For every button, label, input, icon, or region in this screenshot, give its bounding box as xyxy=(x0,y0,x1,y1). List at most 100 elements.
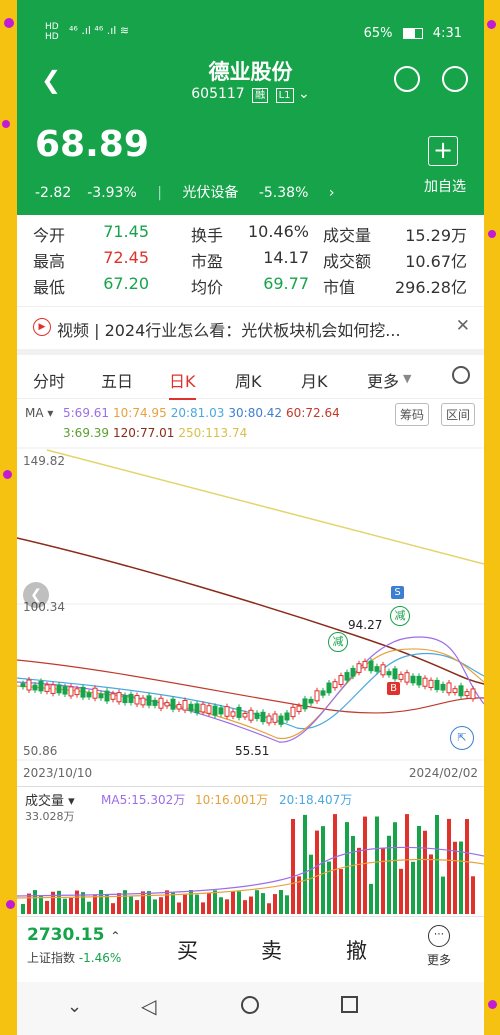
candle xyxy=(20,683,26,688)
settings-icon[interactable] xyxy=(452,366,470,384)
more-button[interactable]: ⋯ 更多 xyxy=(427,925,451,968)
tab-4[interactable]: 月K xyxy=(301,368,328,392)
reduce-marker[interactable]: 减 xyxy=(328,632,348,652)
stat-value: 67.20 xyxy=(103,274,149,293)
reduce-marker[interactable]: 减 xyxy=(390,606,410,626)
volume-bar xyxy=(147,891,151,914)
nav-down-icon[interactable]: ⌄ xyxy=(67,996,82,1017)
app-frame: HD HD ⁴⁶ .ıl ⁴⁶ .ıl ≋ 65% 4:31 ❮ 德业股份 605… xyxy=(17,0,484,1035)
ma-legend: MA ▾ 5:69.61 10:74.95 20:81.03 30:80.42 60:7… xyxy=(17,400,484,444)
volume-bar xyxy=(75,890,79,914)
nav-home-icon[interactable] xyxy=(241,996,259,1014)
stat-value: 71.45 xyxy=(103,222,149,241)
volume-bar xyxy=(273,894,277,914)
candle xyxy=(464,691,470,697)
kline-chart[interactable]: 149.82 100.34 50.86 2023/10/10 2024/02/0… xyxy=(17,446,484,786)
candle xyxy=(86,692,92,698)
candle xyxy=(50,684,56,694)
volume-bar xyxy=(279,890,283,914)
stat-label: 最高 xyxy=(33,252,66,271)
volume-bar xyxy=(165,890,169,914)
volume-bar xyxy=(141,891,145,914)
volume-bar xyxy=(423,830,427,914)
tab-5[interactable]: 更多 xyxy=(367,368,399,392)
candle xyxy=(182,699,188,711)
stat-value: 296.28亿 xyxy=(395,278,467,297)
candle xyxy=(62,686,68,695)
tab-0[interactable]: 分时 xyxy=(33,368,65,392)
volume-bar xyxy=(111,903,115,914)
candle xyxy=(230,711,236,717)
last-price: 68.89 xyxy=(35,124,149,165)
volume-bar xyxy=(255,890,259,914)
volume-bar xyxy=(357,847,361,914)
ma-selector[interactable]: MA ▾ xyxy=(25,406,53,420)
tab-2[interactable]: 日K xyxy=(169,368,196,400)
tab-3[interactable]: 周K xyxy=(235,368,262,392)
chips-button[interactable]: 筹码 xyxy=(395,403,430,426)
candle xyxy=(104,690,110,702)
ma120-line xyxy=(17,537,484,685)
scroll-left-button[interactable]: ❮ xyxy=(23,582,49,608)
close-icon[interactable]: ✕ xyxy=(456,316,470,336)
cancel-order-button[interactable]: 撤 xyxy=(346,935,367,965)
tab-1[interactable]: 五日 xyxy=(101,368,133,392)
buy-button[interactable]: 买 xyxy=(177,935,198,965)
candle xyxy=(200,703,206,713)
volume-bar xyxy=(99,890,103,914)
y-axis-bottom: 50.86 xyxy=(23,744,58,758)
volume-bar xyxy=(153,899,157,914)
candle xyxy=(422,677,428,687)
candle xyxy=(440,683,446,691)
volume-bar xyxy=(27,893,31,914)
sector-link[interactable]: 光伏设备 -5.38% › xyxy=(182,185,334,201)
volume-bar xyxy=(69,897,73,914)
candle xyxy=(176,704,182,710)
candle xyxy=(416,675,422,686)
candle xyxy=(140,697,146,706)
candle xyxy=(272,713,278,723)
candle xyxy=(92,687,98,699)
candle xyxy=(254,712,260,719)
volume-bar xyxy=(393,822,397,914)
candle xyxy=(296,705,302,712)
stat-label: 成交额 xyxy=(323,252,372,271)
sell-button[interactable]: 卖 xyxy=(261,935,282,965)
ma-value: 20:81.03 xyxy=(170,406,225,420)
volume-bar xyxy=(231,891,235,914)
volume-bar xyxy=(177,902,181,914)
volume-bar xyxy=(261,893,265,914)
range-button[interactable]: 区间 xyxy=(441,403,476,426)
fullscreen-icon[interactable]: ⇱ xyxy=(450,726,474,750)
volume-bar xyxy=(333,814,337,914)
volume-bar xyxy=(33,890,37,914)
level-tag: L1 xyxy=(275,88,294,103)
add-watchlist-button[interactable]: + xyxy=(428,136,458,166)
candle xyxy=(68,686,74,697)
stat-value: 15.29万 xyxy=(405,226,467,245)
candle xyxy=(242,712,248,718)
status-right: 65% 4:31 xyxy=(364,26,462,41)
nav-back-icon[interactable]: ◁ xyxy=(141,994,156,1018)
stat-value: 10.46% xyxy=(247,222,309,241)
volume-bar xyxy=(243,900,247,914)
refresh-icon[interactable] xyxy=(394,66,420,92)
candle xyxy=(314,690,320,702)
sell-badge[interactable]: S xyxy=(391,586,404,599)
buy-badge[interactable]: B xyxy=(387,682,400,695)
candle xyxy=(380,664,386,676)
volume-bar xyxy=(309,854,313,914)
search-icon[interactable] xyxy=(442,66,468,92)
volume-bar xyxy=(201,902,205,914)
candle xyxy=(44,684,50,692)
candle xyxy=(344,672,350,681)
volume-bar xyxy=(303,814,307,914)
volume-bar xyxy=(183,894,187,914)
volume-bar xyxy=(327,861,331,914)
nav-recent-icon[interactable] xyxy=(341,996,358,1013)
candle xyxy=(146,695,152,706)
add-watchlist-label[interactable]: 加自选 xyxy=(424,176,466,196)
index-widget[interactable]: 2730.15 ⌃ 上证指数 -1.46% xyxy=(27,925,121,966)
date-end: 2024/02/02 xyxy=(408,766,478,780)
news-banner[interactable]: ▶ 视频 | 2024行业怎么看：光伏板块机会如何挖... ✕ xyxy=(17,306,484,355)
